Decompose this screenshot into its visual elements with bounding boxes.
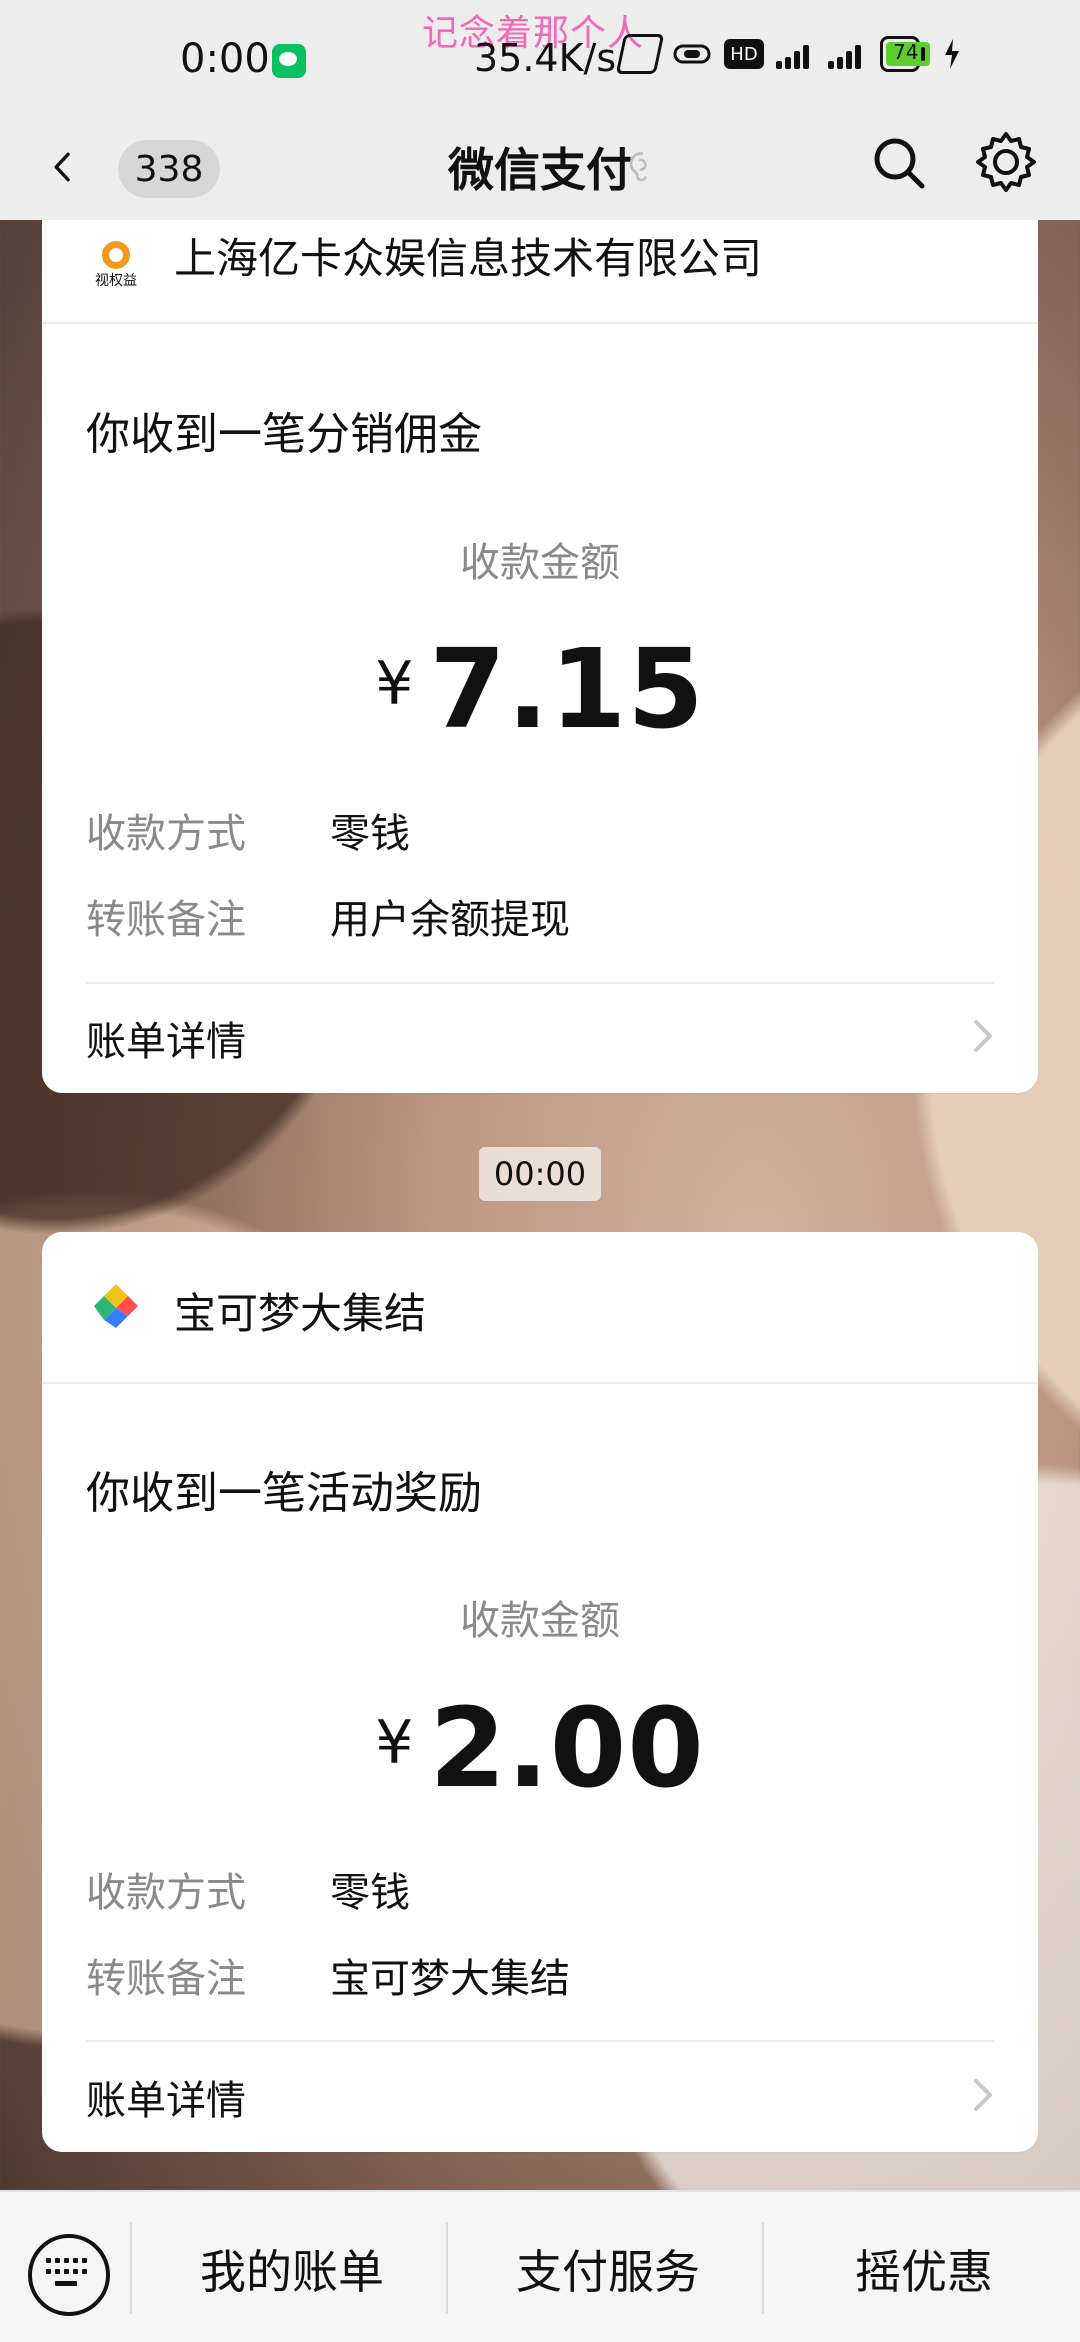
card-header: 宝可梦大集结 [42,1232,1038,1384]
currency-symbol: ¥ [375,649,414,719]
merchant-logo: 视权益 [86,233,146,293]
message-title: 你收到一笔分销佣金 [86,409,482,460]
detail-value: 宝可梦大集结 [330,1956,570,2002]
message-card[interactable]: 视权益 上海亿卡众娱信息技术有限公司 你收到一笔分销佣金 收款金额 ¥ 7.15… [42,205,1038,1093]
menu-item-my-bills[interactable]: 我的账单 [142,2236,442,2302]
wechat-status-icon [272,44,306,78]
bill-details-link[interactable]: 账单详情 [86,2068,246,2126]
top-app-bar: 338 微信支付 [0,120,1080,220]
signal-5g-icon [828,36,868,72]
gear-icon[interactable] [972,128,1040,196]
battery-level: 74 [893,40,919,64]
chevron-right-icon[interactable] [970,2075,998,2115]
detail-value: 零钱 [330,811,410,857]
search-icon[interactable] [866,130,932,196]
merchant-name: 宝可梦大集结 [174,1289,427,1338]
keyboard-icon[interactable] [28,2234,110,2316]
status-bar: 0:00 记念着那个人 35.4K/s HD 74 [0,0,1080,120]
menu-separator [762,2222,764,2314]
menu-separator [130,2222,132,2314]
detail-label: 转账备注 [86,897,246,943]
amount-value: 2.00 [429,1684,705,1812]
merchant-logo [86,1276,146,1336]
bill-details-link[interactable]: 账单详情 [86,1009,246,1067]
timestamp-pill: 00:00 [479,1147,601,1201]
status-icons: HD 74 [615,34,972,74]
amount-value: 7.15 [429,625,705,753]
signal-4g-icon [776,36,816,72]
menu-item-shake-offers[interactable]: 摇优惠 [774,2236,1074,2302]
detail-value: 零钱 [330,1870,410,1916]
charging-icon [932,36,972,72]
merchant-logo-text: 视权益 [95,272,137,288]
detail-value: 用户余额提现 [330,897,570,943]
divider [86,2040,994,2042]
detail-label: 收款方式 [86,1870,246,1916]
amount: ¥ 7.15 [42,625,1038,753]
link-icon [672,36,712,72]
menu-separator [446,2222,448,2314]
detail-label: 收款方式 [86,811,246,857]
bottom-menu-bar: 我的账单 支付服务 摇优惠 [0,2190,1080,2342]
merchant-name: 上海亿卡众娱信息技术有限公司 [174,234,763,283]
message-title: 你收到一笔活动奖励 [86,1468,482,1519]
amount: ¥ 2.00 [42,1684,1038,1812]
menu-item-payment-services[interactable]: 支付服务 [458,2236,758,2302]
chevron-right-icon[interactable] [970,1016,998,1056]
battery-icon: 74 [880,36,930,72]
divider [86,982,994,984]
amount-label: 收款金额 [460,1598,620,1644]
hd-icon: HD [724,36,764,72]
amount-label: 收款金额 [460,540,620,586]
status-time: 0:00 [180,36,270,82]
card-header: 视权益 上海亿卡众娱信息技术有限公司 [42,205,1038,324]
bluetooth-icon [615,34,665,74]
detail-label: 转账备注 [86,1956,246,2002]
message-card[interactable]: 宝可梦大集结 你收到一笔活动奖励 收款金额 ¥ 2.00 收款方式 零钱 转账备… [42,1232,1038,2152]
ear-icon [629,152,647,182]
currency-symbol: ¥ [375,1708,414,1778]
network-speed: 35.4K/s [474,36,617,80]
